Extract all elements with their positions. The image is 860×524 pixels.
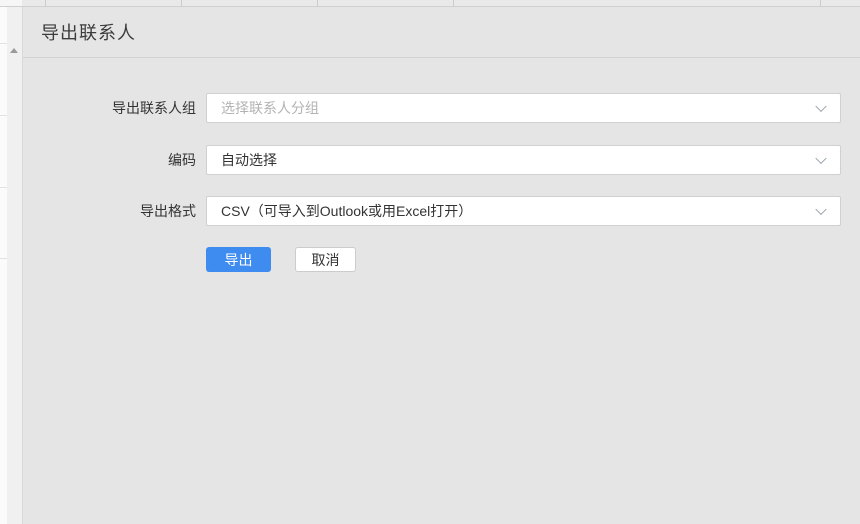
format-value: CSV（可导入到Outlook或用Excel打开） (221, 201, 472, 221)
top-edge-divider (453, 0, 454, 6)
format-select[interactable]: CSV（可导入到Outlook或用Excel打开） (206, 196, 841, 226)
list-row-divider (0, 258, 7, 259)
form-row-encoding: 编码 自动选择 (23, 145, 860, 175)
top-edge-divider (181, 0, 182, 6)
chevron-down-icon (815, 101, 826, 112)
scroll-up-icon[interactable] (10, 48, 18, 53)
export-form: 导出联系人组 选择联系人分组 编码 自动选择 导出格式 CSV（可导入到Outl… (23, 58, 860, 524)
chevron-down-icon (815, 204, 826, 215)
top-edge-strip (0, 0, 860, 7)
list-edge-column (0, 7, 7, 524)
list-row-divider (0, 115, 7, 116)
panel-header: 导出联系人 (23, 7, 860, 58)
page-title: 导出联系人 (41, 19, 136, 45)
encoding-select[interactable]: 自动选择 (206, 145, 841, 175)
encoding-value: 自动选择 (221, 150, 277, 170)
left-edge-region (0, 7, 23, 524)
form-row-format: 导出格式 CSV（可导入到Outlook或用Excel打开） (23, 196, 860, 226)
contact-group-select[interactable]: 选择联系人分组 (206, 93, 841, 123)
encoding-label: 编码 (23, 150, 196, 170)
chevron-down-icon (815, 153, 826, 164)
form-row-contact-group: 导出联系人组 选择联系人分组 (23, 93, 860, 123)
list-row-divider (0, 43, 7, 44)
export-button[interactable]: 导出 (206, 247, 271, 272)
contact-group-label: 导出联系人组 (23, 98, 196, 118)
cancel-button[interactable]: 取消 (295, 247, 356, 272)
format-label: 导出格式 (23, 201, 196, 221)
top-edge-left (0, 0, 22, 6)
list-row-divider (0, 187, 7, 188)
button-row: 导出 取消 (206, 247, 860, 272)
top-edge-divider (317, 0, 318, 6)
top-edge-divider (45, 0, 46, 6)
vertical-scrollbar[interactable] (7, 7, 22, 524)
top-edge-divider (820, 0, 821, 6)
contact-group-value: 选择联系人分组 (221, 98, 319, 118)
